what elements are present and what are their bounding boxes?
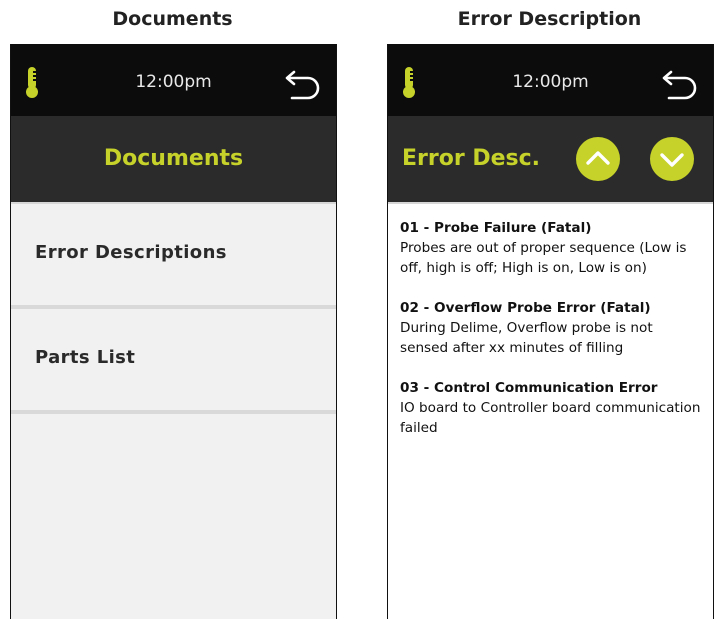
page-title: Documents [103, 146, 244, 171]
error-description-caption: Error Description [457, 8, 642, 30]
list-item-label: Parts List [35, 347, 136, 368]
scroll-down-button[interactable] [650, 137, 694, 181]
documents-screen: 12:00pm Documents Error Descriptions Par… [10, 44, 337, 619]
screen-title-bar: Documents [11, 116, 336, 204]
error-title: 02 - Overflow Probe Error (Fatal) [400, 300, 651, 316]
chevron-up-icon [586, 151, 610, 165]
error-description: Probes are out of proper sequence (Low i… [400, 240, 687, 276]
error-list: 01 - Probe Failure (Fatal) Probes are ou… [388, 204, 713, 438]
error-title: 01 - Probe Failure (Fatal) [400, 220, 592, 236]
screen-title-bar: Error Desc. [388, 116, 713, 204]
documents-caption: Documents [112, 8, 233, 30]
error-description-screen: 12:00pm Error Desc. 01 - Probe Failure (… [387, 44, 714, 619]
scroll-up-button[interactable] [576, 137, 620, 181]
top-status-bar: 12:00pm [388, 44, 713, 116]
list-item-error-descriptions[interactable]: Error Descriptions [11, 204, 336, 309]
error-description: During Delime, Overflow probe is not sen… [400, 320, 653, 356]
empty-list-area [11, 414, 336, 619]
error-entry: 03 - Control Communication Error IO boar… [400, 378, 701, 438]
chevron-down-icon [660, 153, 684, 167]
back-arrow-icon[interactable] [661, 66, 699, 104]
error-entry: 01 - Probe Failure (Fatal) Probes are ou… [400, 218, 701, 278]
back-arrow-icon[interactable] [284, 66, 322, 104]
list-item-label: Error Descriptions [35, 242, 227, 263]
top-status-bar: 12:00pm [11, 44, 336, 116]
list-item-parts-list[interactable]: Parts List [11, 309, 336, 414]
error-description: IO board to Controller board communicati… [400, 400, 701, 436]
error-title: 03 - Control Communication Error [400, 380, 658, 396]
page-title: Error Desc. [402, 146, 541, 171]
error-entry: 02 - Overflow Probe Error (Fatal) During… [400, 298, 701, 358]
